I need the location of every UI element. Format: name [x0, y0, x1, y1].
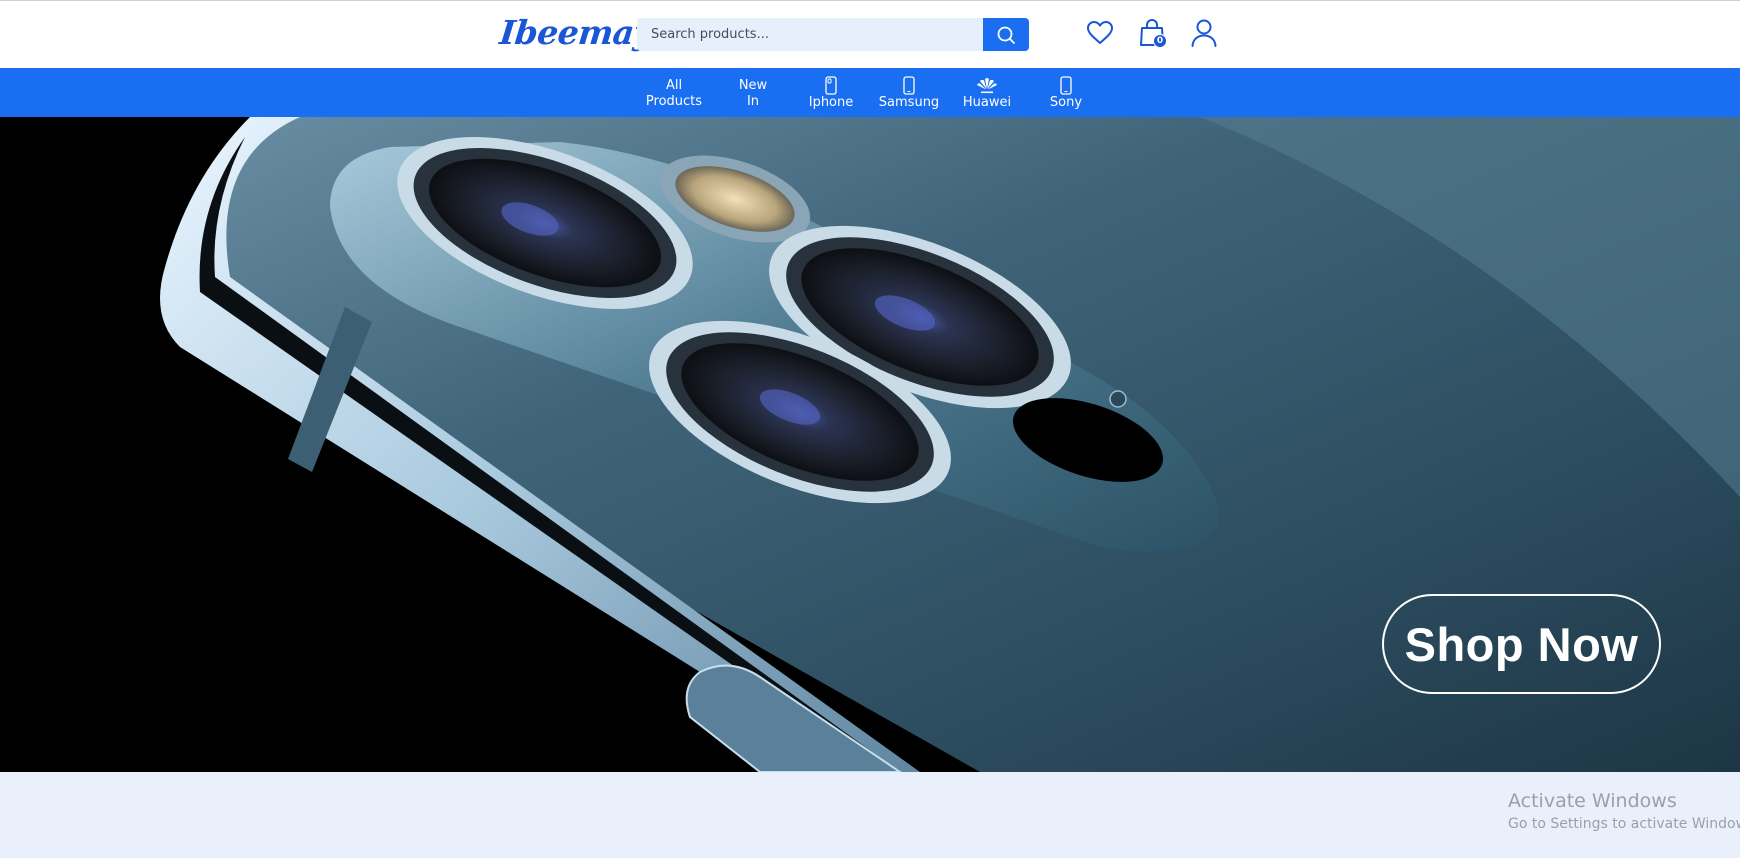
search-icon — [996, 25, 1016, 45]
search-input[interactable] — [637, 18, 983, 51]
site-header: Ibeemay 0 — [0, 0, 1740, 68]
category-nav: All Products New In Iphone Samsung Huawe… — [0, 68, 1740, 117]
smartphone-icon — [1060, 75, 1072, 95]
nav-item-label: Huawei — [962, 94, 1012, 110]
nav-item-label-line1: All — [665, 77, 683, 93]
nav-item-iphone[interactable]: Iphone — [800, 68, 862, 117]
nav-item-label-line1: New — [738, 77, 768, 93]
huawei-logo-icon — [975, 75, 999, 95]
nav-item-all-products[interactable]: All Products — [640, 68, 708, 117]
nav-item-label: Samsung — [878, 94, 940, 110]
iphone-icon — [825, 75, 837, 95]
search-button[interactable] — [983, 18, 1029, 51]
heart-icon — [1086, 20, 1114, 46]
cart-button[interactable]: 0 — [1136, 17, 1168, 49]
activate-windows-title: Activate Windows — [1508, 790, 1677, 812]
shop-now-button[interactable]: Shop Now — [1382, 594, 1661, 694]
nav-item-label-line2: In — [746, 93, 760, 109]
wishlist-button[interactable] — [1084, 17, 1116, 49]
account-button[interactable] — [1188, 17, 1220, 49]
nav-item-label-line2: Products — [645, 93, 703, 109]
nav-item-label: Sony — [1049, 94, 1083, 110]
smartphone-icon — [903, 75, 915, 95]
nav-item-sony[interactable]: Sony — [1035, 68, 1097, 117]
page-content-area: Activate Windows Go to Settings to activ… — [0, 772, 1740, 858]
nav-item-label: Iphone — [808, 94, 854, 110]
cart-count-badge: 0 — [1153, 34, 1167, 48]
search-bar — [637, 18, 1029, 51]
nav-item-huawei[interactable]: Huawei — [956, 68, 1018, 117]
user-icon — [1190, 18, 1218, 48]
hero-banner: Shop Now — [0, 117, 1740, 772]
nav-item-new-in[interactable]: New In — [725, 68, 781, 117]
nav-item-samsung[interactable]: Samsung — [873, 68, 945, 117]
brand-logo[interactable]: Ibeemay — [498, 13, 655, 52]
activate-windows-subtitle: Go to Settings to activate Windows. — [1508, 816, 1740, 832]
